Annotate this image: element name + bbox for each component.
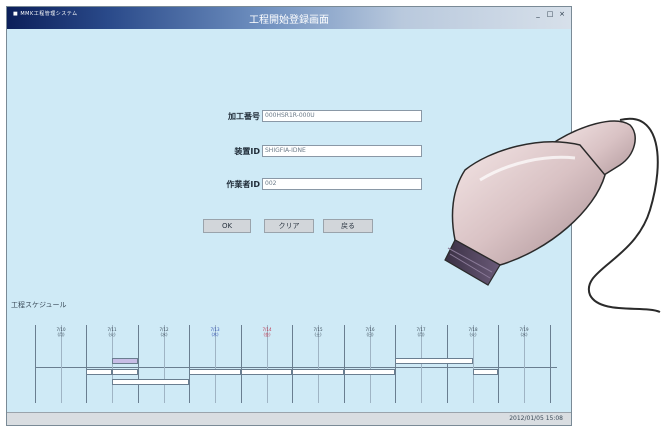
day-divider [447, 325, 448, 403]
device-id-input[interactable]: SHIGFIA-IDNE [262, 145, 422, 157]
maximize-button[interactable]: □ [545, 10, 555, 18]
ok-button[interactable]: OK [203, 219, 251, 233]
processing-number-label: 加工番号 [228, 111, 260, 121]
day-label-today: 7/14 (金) [262, 327, 272, 337]
schedule-task-bar[interactable] [344, 369, 395, 375]
schedule-task-bar[interactable] [292, 369, 344, 375]
worker-id-row: 作業者ID 002 [200, 177, 422, 191]
day-label: 7/11 (火) [107, 327, 117, 337]
day-divider [189, 325, 190, 403]
schedule-title: 工程スケジュール [11, 301, 67, 309]
back-button[interactable]: 戻る [323, 219, 373, 233]
day-divider [498, 325, 499, 403]
day-divider [241, 325, 242, 403]
schedule-task-bar[interactable] [241, 369, 292, 375]
schedule-task-bar[interactable] [473, 369, 498, 375]
device-id-label: 装置ID [234, 146, 260, 156]
device-id-row: 装置ID SHIGFIA-IDNE [200, 144, 422, 158]
day-divider [292, 325, 293, 403]
day-divider [35, 325, 36, 403]
day-divider [550, 325, 551, 403]
schedule-task-bar[interactable] [112, 369, 138, 375]
day-label: 7/16 (日) [365, 327, 375, 337]
status-bar: 2012/01/05 15:08 [7, 412, 571, 425]
day-divider [395, 325, 396, 403]
worker-id-label: 作業者ID [226, 179, 260, 189]
minimize-button[interactable]: _ [533, 10, 543, 18]
window-controls: _ □ × [533, 10, 567, 18]
schedule-task-bar[interactable] [112, 379, 189, 385]
day-label: 7/12 (水) [159, 327, 169, 337]
day-label: 7/13 (木) [210, 327, 220, 337]
processing-number-row: 加工番号 000HSR1R-000U [200, 109, 422, 123]
schedule-baseline [35, 367, 557, 368]
day-divider [344, 325, 345, 403]
day-label: 7/10 (月) [56, 327, 66, 337]
close-button[interactable]: × [557, 10, 567, 18]
day-label: 7/15 (土) [313, 327, 323, 337]
title-bar[interactable]: ■ MMK工程管理システム 工程開始登録画面 _ □ × [7, 7, 571, 29]
clear-button[interactable]: クリア [264, 219, 314, 233]
schedule-task-bar[interactable] [112, 358, 138, 364]
status-datetime: 2012/01/05 15:08 [509, 415, 563, 422]
day-divider [86, 325, 87, 403]
schedule-task-bar[interactable] [395, 358, 473, 364]
schedule-task-bar[interactable] [86, 369, 112, 375]
worker-id-input[interactable]: 002 [262, 178, 422, 190]
processing-number-input[interactable]: 000HSR1R-000U [262, 110, 422, 122]
process-schedule-chart: 7/10 (月) 7/11 (火) 7/12 (水) 7/13 (木) 7/14 (金) … [35, 325, 557, 403]
barcode-scanner-icon [444, 117, 661, 313]
schedule-task-bar[interactable] [189, 369, 241, 375]
day-divider [138, 325, 139, 403]
window-title: 工程開始登録画面 [249, 15, 329, 26]
